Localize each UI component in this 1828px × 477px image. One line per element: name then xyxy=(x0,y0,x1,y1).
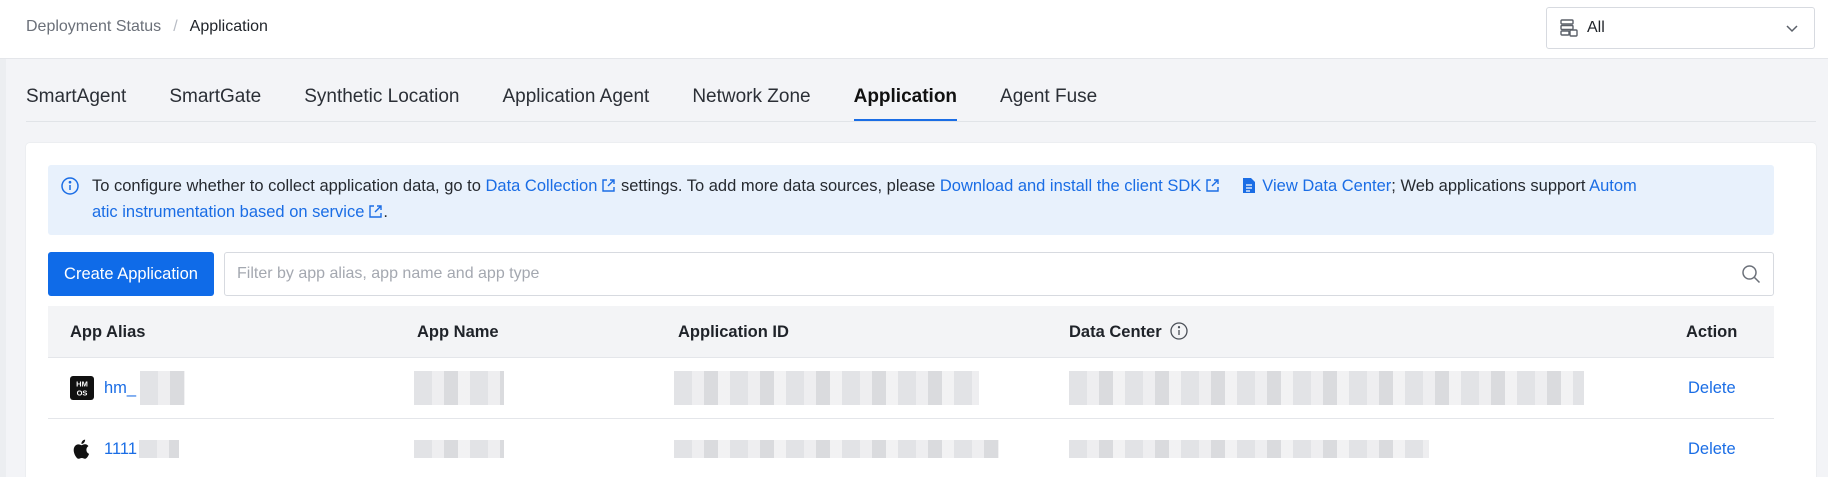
apple-icon xyxy=(70,437,94,461)
redacted-text xyxy=(414,440,504,458)
redacted-text xyxy=(1069,440,1429,458)
view-data-center-link[interactable]: View Data Center xyxy=(1262,177,1391,195)
info-notice: To configure whether to collect applicat… xyxy=(48,165,1774,235)
content-card: To configure whether to collect applicat… xyxy=(26,143,1816,477)
data-center-cell xyxy=(1069,419,1429,477)
external-link-icon xyxy=(1205,175,1220,192)
external-link-icon xyxy=(368,201,383,218)
download-sdk-link-label: Download and install the client SDK xyxy=(939,177,1202,195)
download-sdk-link[interactable]: Download and install the client SDK xyxy=(940,177,1220,195)
breadcrumb-parent[interactable]: Deployment Status xyxy=(26,18,161,36)
redacted-text xyxy=(674,371,979,405)
search-box xyxy=(224,252,1774,296)
document-icon xyxy=(1242,176,1256,193)
tab-smartagent[interactable]: SmartAgent xyxy=(26,72,126,122)
top-bar: Deployment Status / Application All xyxy=(0,0,1828,59)
action-cell: Delete xyxy=(1688,358,1736,418)
redacted-text xyxy=(674,440,999,458)
database-icon xyxy=(1559,18,1579,38)
data-center-cell xyxy=(1069,358,1584,418)
info-circle-icon[interactable] xyxy=(1169,309,1188,340)
redacted-text xyxy=(414,371,504,405)
column-header-application-id-label: Application ID xyxy=(678,323,789,341)
application-id-cell xyxy=(674,419,999,477)
breadcrumb-current: Application xyxy=(189,18,268,35)
app-alias-cell: HM OS hm_ xyxy=(70,358,186,418)
svg-text:OS: OS xyxy=(77,389,88,398)
application-id-cell xyxy=(674,358,979,418)
table-row: HM OS hm_ Delete xyxy=(48,358,1774,419)
app-alias-link[interactable]: hm_ xyxy=(104,379,136,398)
table-header: App Alias App Name Application ID Data C… xyxy=(48,306,1774,358)
data-collection-link-label: Data Collection xyxy=(485,177,598,195)
harmonyos-icon: HM OS xyxy=(70,376,94,400)
delete-button[interactable]: Delete xyxy=(1688,379,1736,398)
chevron-down-icon xyxy=(1784,20,1800,36)
left-edge-strip xyxy=(0,0,6,477)
notice-text-1: To configure whether to collect applicat… xyxy=(92,177,486,195)
redacted-text xyxy=(139,440,180,458)
info-icon xyxy=(60,176,80,196)
app-name-cell xyxy=(414,358,504,418)
data-center-select-value: All xyxy=(1587,19,1605,36)
data-collection-link[interactable]: Data Collection xyxy=(486,177,617,195)
notice-text-2: settings. To add more data sources, plea… xyxy=(616,177,940,195)
tab-application[interactable]: Application xyxy=(853,72,958,122)
redacted-text xyxy=(140,371,186,405)
tab-network-zone[interactable]: Network Zone xyxy=(692,72,810,122)
create-application-button[interactable]: Create Application xyxy=(48,252,214,296)
app-name-cell xyxy=(414,419,504,477)
notice-text-3: ; Web applications support xyxy=(1391,177,1590,195)
search-input[interactable] xyxy=(225,253,1705,295)
action-cell: Delete xyxy=(1688,419,1736,477)
breadcrumb: Deployment Status / Application xyxy=(26,18,268,36)
column-header-application-id: Application ID xyxy=(678,306,789,358)
tab-application-agent[interactable]: Application Agent xyxy=(502,72,649,122)
breadcrumb-separator: / xyxy=(173,18,178,35)
delete-button[interactable]: Delete xyxy=(1688,440,1736,459)
notice-text-4: . xyxy=(383,203,388,221)
external-link-icon xyxy=(601,175,616,192)
tab-smartgate[interactable]: SmartGate xyxy=(169,72,261,122)
redacted-text xyxy=(1069,371,1584,405)
tab-bar: SmartAgent SmartGate Synthetic Location … xyxy=(26,72,1140,122)
search-icon[interactable] xyxy=(1741,264,1761,284)
app-alias-link[interactable]: 1111 xyxy=(104,440,137,459)
tabs-divider xyxy=(26,121,1816,122)
column-header-data-center-label: Data Center xyxy=(1069,323,1162,341)
applications-table: App Alias App Name Application ID Data C… xyxy=(48,306,1774,477)
svg-text:HM: HM xyxy=(76,380,88,389)
column-header-action: Action xyxy=(1686,323,1738,341)
column-header-app-alias: App Alias xyxy=(70,323,146,341)
column-header-data-center: Data Center xyxy=(1069,306,1188,358)
table-row: 1111 Delete xyxy=(48,419,1774,477)
auto-instrumentation-link-label-1: Autom xyxy=(1589,177,1637,195)
tab-synthetic-location[interactable]: Synthetic Location xyxy=(304,72,459,122)
data-center-select[interactable]: All xyxy=(1546,7,1815,49)
app-alias-cell: 1111 xyxy=(70,419,180,477)
auto-instrumentation-link-label-2: atic instrumentation based on service xyxy=(92,203,365,221)
column-header-app-name: App Name xyxy=(417,323,499,341)
tab-agent-fuse[interactable]: Agent Fuse xyxy=(1000,72,1097,122)
